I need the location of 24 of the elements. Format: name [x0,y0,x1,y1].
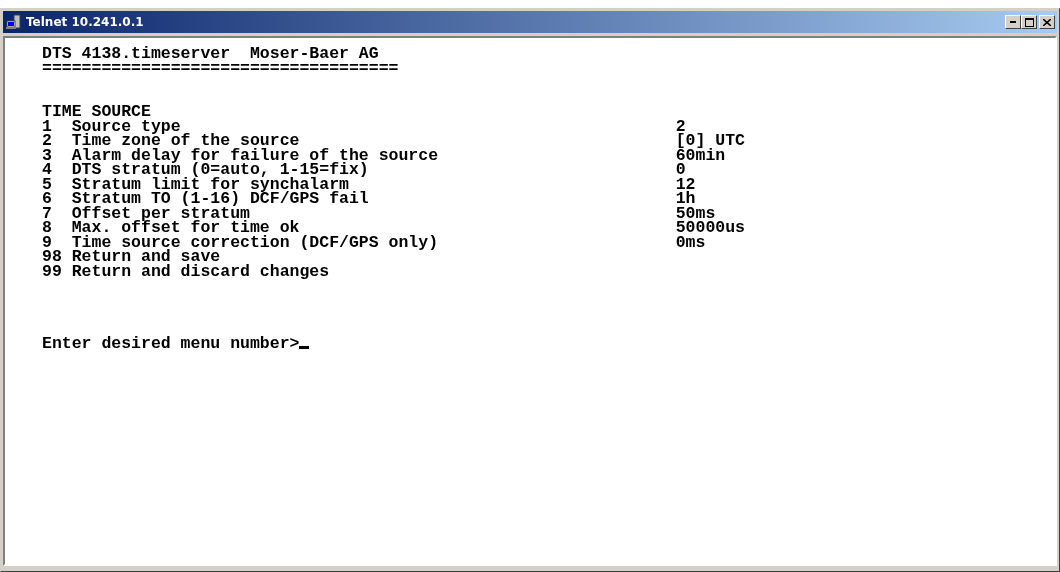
minimize-icon [1010,21,1016,23]
menu-number: 7 [42,206,53,221]
menu-label: Return and discard changes [71,261,330,281]
maximize-icon [1024,17,1034,27]
minimize-button[interactable] [1005,15,1021,29]
menu-number: 5 [42,177,53,192]
menu-number: 98 [42,250,63,265]
section-title: TIME SOURCE [42,102,151,121]
menu-number: 4 [42,163,53,178]
close-icon [1043,18,1051,26]
menu-number: 9 [42,235,52,250]
setting-value: 0 [675,160,686,179]
menu-number: 6 [42,192,53,207]
text-cursor [299,346,310,349]
maximize-button[interactable] [1021,15,1037,29]
menu-number: 8 [42,221,53,236]
close-button[interactable] [1039,15,1055,29]
menu-number: 2 [42,134,53,149]
window-title: Telnet 10.241.0.1 [26,15,145,29]
input-prompt: Enter desired menu number> [42,334,300,353]
menu-number: 1 [42,119,53,134]
menu-number: 99 [42,264,63,279]
menu-number: 3 [42,148,53,163]
terminal-computer-icon [6,14,22,30]
